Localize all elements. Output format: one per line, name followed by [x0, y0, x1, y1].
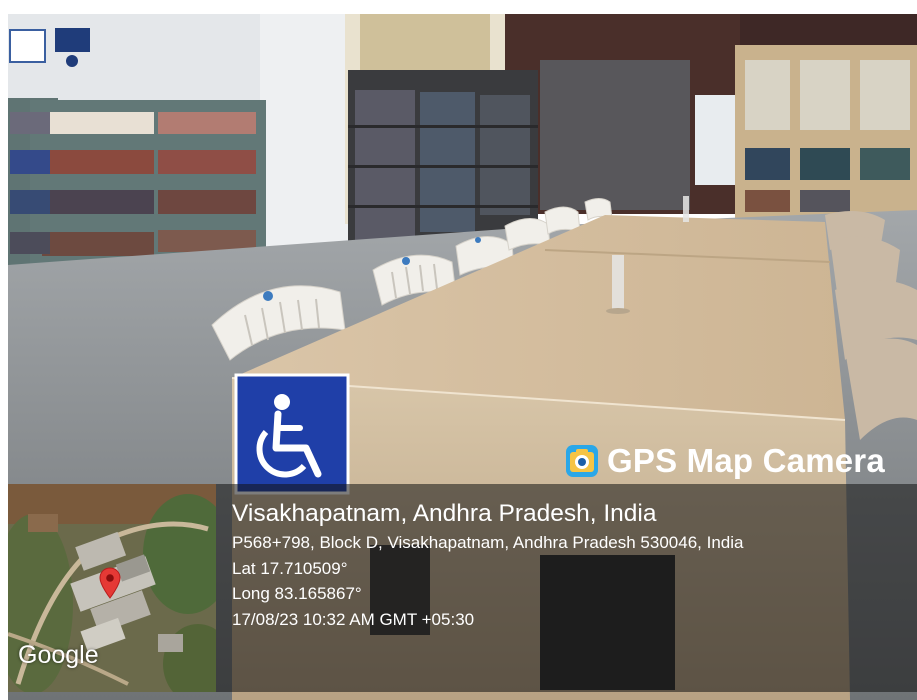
gps-map-camera-app-icon — [566, 445, 598, 477]
capture-timestamp: 17/08/23 10:32 AM GMT +05:30 — [232, 609, 475, 629]
google-logo: Google — [18, 641, 99, 669]
gps-map-camera-title: GPS Map Camera — [607, 442, 885, 479]
gps-map-camera-watermark: GPS Map Camera — [565, 440, 885, 482]
pillar — [260, 14, 350, 264]
map-pin-icon — [99, 567, 121, 599]
longitude-readout: Long 83.165867° — [232, 584, 362, 603]
glass-book-cabinets-right — [735, 45, 917, 220]
dark-bookshelves-center — [348, 70, 538, 250]
location-title: Visakhapatnam, Andhra Pradesh, India — [232, 500, 657, 527]
photo-frame: GPS Map Camera Google Visakhapatnam, And… — [0, 0, 917, 700]
latitude-readout: Lat 17.710509° — [232, 558, 348, 578]
wheelchair-icon — [234, 373, 350, 495]
location-address: P568+798, Block D, Visakhapatnam, Andhra… — [232, 533, 744, 552]
location-details: Visakhapatnam, Andhra Pradesh, India P56… — [232, 498, 743, 632]
